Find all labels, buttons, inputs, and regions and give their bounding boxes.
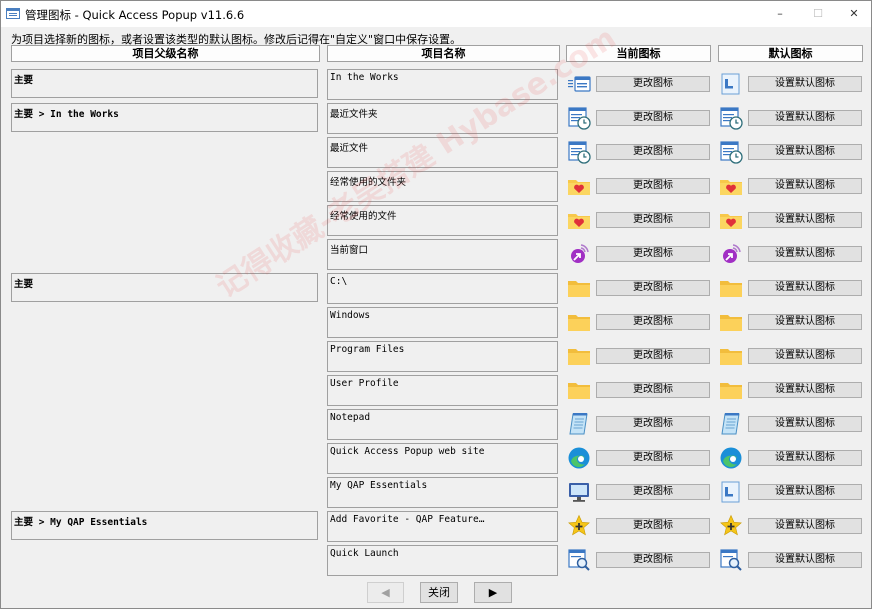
recent-icon: [719, 106, 743, 130]
folder-icon: [567, 310, 591, 334]
item-name-box[interactable]: In the Works: [327, 69, 558, 100]
set-default-icon-button[interactable]: 设置默认图标: [748, 382, 862, 398]
recent-icon: [567, 106, 591, 130]
monitor-icon: [567, 480, 591, 504]
header-name: 项目名称: [327, 45, 560, 62]
change-icon-button[interactable]: 更改图标: [596, 178, 710, 194]
window-title: 管理图标 - Quick Access Popup v11.6.6: [25, 8, 245, 22]
header-parent: 项目父级名称: [11, 45, 320, 62]
set-default-icon-button[interactable]: 设置默认图标: [748, 144, 862, 160]
star-add-icon: [567, 514, 591, 538]
change-icon-button[interactable]: 更改图标: [596, 518, 710, 534]
current-window-icon: [567, 242, 591, 266]
change-icon-button[interactable]: 更改图标: [596, 484, 710, 500]
parent-name-box[interactable]: 主要 > My QAP Essentials: [11, 511, 318, 540]
manage-icons-window: 管理图标 - Quick Access Popup v11.6.6 – ☐ ✕ …: [0, 0, 872, 609]
folder-icon: [719, 276, 743, 300]
notepad-icon: [567, 412, 591, 436]
change-icon-button[interactable]: 更改图标: [596, 76, 710, 92]
change-icon-button[interactable]: 更改图标: [596, 552, 710, 568]
edge-icon: [719, 446, 743, 470]
set-default-icon-button[interactable]: 设置默认图标: [748, 110, 862, 126]
notepad-icon: [719, 412, 743, 436]
item-name-box[interactable]: 最近文件: [327, 137, 558, 168]
recent-icon: [567, 140, 591, 164]
set-default-icon-button[interactable]: 设置默认图标: [748, 314, 862, 330]
set-default-icon-button[interactable]: 设置默认图标: [748, 450, 862, 466]
change-icon-button[interactable]: 更改图标: [596, 110, 710, 126]
heart-folder-icon: [719, 174, 743, 198]
parent-name-box[interactable]: 主要: [11, 69, 318, 98]
set-default-icon-button[interactable]: 设置默认图标: [748, 552, 862, 568]
prev-page-button[interactable]: ◀: [367, 582, 404, 603]
change-icon-button[interactable]: 更改图标: [596, 416, 710, 432]
change-icon-button[interactable]: 更改图标: [596, 450, 710, 466]
item-name-box[interactable]: Quick Access Popup web site: [327, 443, 558, 474]
folder-icon: [567, 378, 591, 402]
item-name-box[interactable]: 当前窗口: [327, 239, 558, 270]
change-icon-button[interactable]: 更改图标: [596, 212, 710, 228]
edge-icon: [567, 446, 591, 470]
header-current: 当前图标: [566, 45, 711, 62]
star-add-icon: [719, 514, 743, 538]
search-doc-icon: [567, 548, 591, 572]
recent-icon: [719, 140, 743, 164]
document-icon: [719, 72, 743, 96]
folder-icon: [719, 344, 743, 368]
item-name-box[interactable]: Windows: [327, 307, 558, 338]
change-icon-button[interactable]: 更改图标: [596, 246, 710, 262]
item-name-box[interactable]: My QAP Essentials: [327, 477, 558, 508]
change-icon-button[interactable]: 更改图标: [596, 280, 710, 296]
item-name-box[interactable]: C:\: [327, 273, 558, 304]
minimize-button[interactable]: –: [763, 1, 797, 27]
item-name-box[interactable]: Notepad: [327, 409, 558, 440]
current-window-icon: [719, 242, 743, 266]
item-name-box[interactable]: 经常使用的文件: [327, 205, 558, 236]
document-icon: [719, 480, 743, 504]
maximize-button[interactable]: ☐: [801, 1, 835, 27]
folder-icon: [719, 378, 743, 402]
item-name-box[interactable]: 最近文件夹: [327, 103, 558, 134]
change-icon-button[interactable]: 更改图标: [596, 314, 710, 330]
folder-icon: [567, 276, 591, 300]
search-doc-icon: [719, 548, 743, 572]
set-default-icon-button[interactable]: 设置默认图标: [748, 212, 862, 228]
item-name-box[interactable]: Add Favorite - QAP Feature…: [327, 511, 558, 542]
set-default-icon-button[interactable]: 设置默认图标: [748, 348, 862, 364]
item-name-box[interactable]: Program Files: [327, 341, 558, 372]
item-name-box[interactable]: 经常使用的文件夹: [327, 171, 558, 202]
change-icon-button[interactable]: 更改图标: [596, 144, 710, 160]
item-name-box[interactable]: Quick Launch: [327, 545, 558, 576]
header-default: 默认图标: [718, 45, 863, 62]
menu-icon: [567, 72, 591, 96]
heart-folder-icon: [567, 208, 591, 232]
heart-folder-icon: [719, 208, 743, 232]
set-default-icon-button[interactable]: 设置默认图标: [748, 416, 862, 432]
close-window-button[interactable]: ✕: [837, 1, 871, 27]
parent-name-box[interactable]: 主要: [11, 273, 318, 302]
item-name-box[interactable]: User Profile: [327, 375, 558, 406]
close-button[interactable]: 关闭: [420, 582, 458, 603]
change-icon-button[interactable]: 更改图标: [596, 348, 710, 364]
heart-folder-icon: [567, 174, 591, 198]
set-default-icon-button[interactable]: 设置默认图标: [748, 484, 862, 500]
parent-name-box[interactable]: 主要 > In the Works: [11, 103, 318, 132]
title-bar: 管理图标 - Quick Access Popup v11.6.6 – ☐ ✕: [1, 1, 871, 27]
next-page-button[interactable]: ▶: [474, 582, 512, 603]
app-icon: [6, 8, 20, 19]
set-default-icon-button[interactable]: 设置默认图标: [748, 518, 862, 534]
folder-icon: [567, 344, 591, 368]
set-default-icon-button[interactable]: 设置默认图标: [748, 246, 862, 262]
set-default-icon-button[interactable]: 设置默认图标: [748, 178, 862, 194]
set-default-icon-button[interactable]: 设置默认图标: [748, 280, 862, 296]
set-default-icon-button[interactable]: 设置默认图标: [748, 76, 862, 92]
folder-icon: [719, 310, 743, 334]
change-icon-button[interactable]: 更改图标: [596, 382, 710, 398]
